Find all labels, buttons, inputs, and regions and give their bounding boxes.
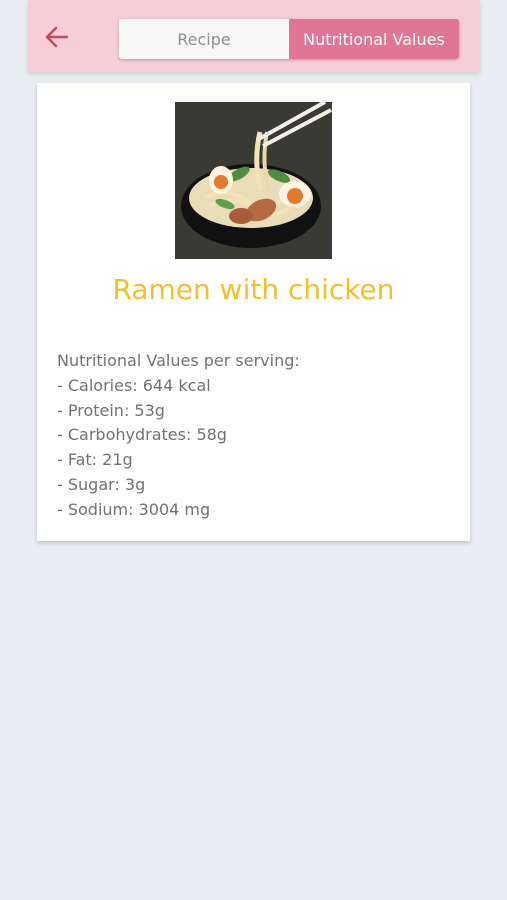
view-toggle: Recipe Nutritional Values	[119, 19, 459, 59]
recipe-title: Ramen with chicken	[112, 273, 395, 306]
dish-image	[175, 100, 332, 259]
nutrition-item-sugar: - Sugar: 3g	[57, 474, 146, 494]
tab-recipe[interactable]: Recipe	[119, 19, 289, 59]
nutrition-item-carbohydrates: - Carbohydrates: 58g	[57, 425, 227, 445]
nutrition-heading: Nutritional Values per serving:	[57, 351, 300, 370]
back-button[interactable]	[42, 22, 72, 52]
nutrition-item-calories: - Calories: 644 kcal	[57, 375, 211, 395]
tab-nutritional-values[interactable]: Nutritional Values	[289, 19, 459, 59]
nutrition-item-protein: - Protein: 53g	[57, 400, 165, 420]
nutrition-list: Nutritional Values per serving: - Calori…	[57, 349, 457, 523]
nutrition-item-fat: - Fat: 21g	[57, 450, 133, 470]
ramen-bowl-illustration	[175, 100, 332, 259]
recipe-card: Ramen with chicken Nutritional Values pe…	[37, 83, 470, 541]
app-header: Recipe Nutritional Values	[28, 0, 480, 72]
arrow-left-icon	[45, 26, 69, 48]
nutrition-item-sodium: - Sodium: 3004 mg	[57, 499, 211, 519]
